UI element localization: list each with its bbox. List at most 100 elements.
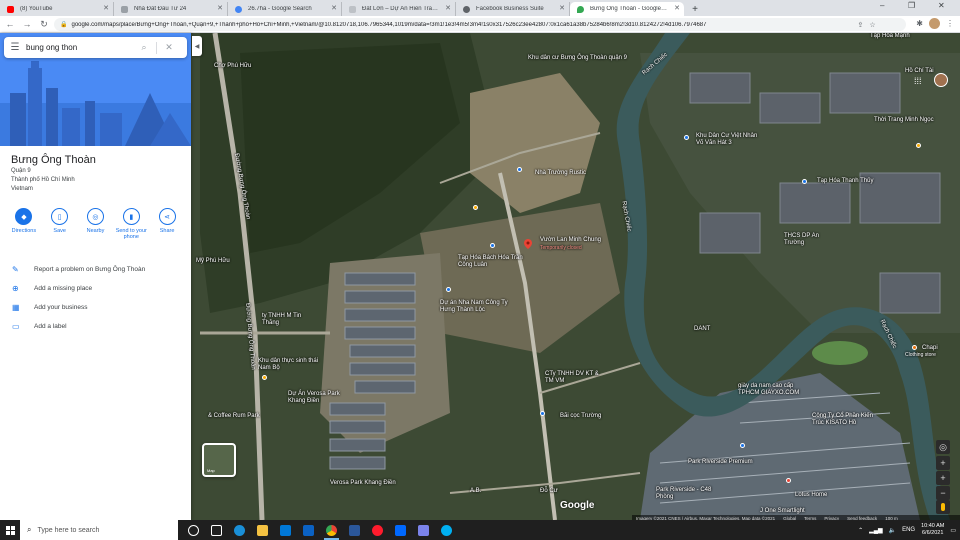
poi-label[interactable]: Khu dân cư Bưng Ông Thoàn quận 9 bbox=[528, 55, 627, 62]
poi-marker-icon[interactable] bbox=[517, 167, 522, 172]
url-text[interactable]: google.com/maps/place/Bưng+Ông+Thoàn,+Qu… bbox=[71, 22, 851, 28]
poi-marker-icon[interactable] bbox=[490, 243, 495, 248]
language-indicator[interactable]: ENG bbox=[902, 527, 915, 533]
report-problem-link[interactable]: ✎ Report a problem on Bưng Ông Thoàn bbox=[0, 260, 191, 279]
poi-marker-icon[interactable] bbox=[786, 478, 791, 483]
star-icon[interactable]: ☆ bbox=[869, 21, 875, 29]
poi-label[interactable]: Thời Trang Minh Ngọc bbox=[874, 117, 934, 124]
poi-label[interactable]: Tạp Hóa Thanh Thủy bbox=[817, 178, 873, 185]
add-label-link[interactable]: ▭ Add a label bbox=[0, 317, 191, 336]
tab-youtube[interactable]: (8) YouTube ✕ bbox=[0, 2, 114, 16]
poi-label[interactable]: Chợ Phú Hữu bbox=[214, 63, 251, 70]
poi-label[interactable]: THCS DP An Trường bbox=[784, 233, 834, 247]
multitask-button[interactable] bbox=[205, 520, 228, 540]
poi-label[interactable]: Vườn Lan Minh Chung bbox=[540, 237, 601, 244]
directions-button[interactable]: ◆ Directions bbox=[8, 208, 40, 240]
poi-label[interactable]: Công Ty Cổ Phần Kiến Trúc KISATO Hồ bbox=[812, 413, 882, 427]
mail-button[interactable] bbox=[297, 520, 320, 540]
poi-marker-icon[interactable] bbox=[262, 375, 267, 380]
network-icon[interactable]: ▂▄▆ bbox=[869, 527, 882, 534]
search-input[interactable] bbox=[26, 43, 136, 52]
poi-marker-icon[interactable] bbox=[684, 135, 689, 140]
poi-label[interactable]: Chapi bbox=[922, 345, 938, 352]
poi-label[interactable]: Nhà Trường Rustic bbox=[535, 170, 586, 177]
zoom-in-button[interactable]: + bbox=[936, 456, 950, 470]
poi-marker-icon[interactable] bbox=[473, 205, 478, 210]
poi-label[interactable]: Bãi cọc Trường bbox=[560, 413, 601, 420]
menu-icon[interactable]: ☰ bbox=[4, 42, 26, 53]
tab-google-search[interactable]: 26.7ha - Google Search ✕ bbox=[228, 2, 342, 16]
add-business-link[interactable]: ▦ Add your business bbox=[0, 298, 191, 317]
new-tab-button[interactable]: + bbox=[688, 2, 702, 16]
tab-facebook-business[interactable]: Facebook Business Suite ✕ bbox=[456, 2, 570, 16]
close-tab-icon[interactable]: ✕ bbox=[331, 4, 337, 12]
compass-icon[interactable]: ◎ bbox=[936, 440, 950, 454]
tray-chevron-icon[interactable]: ⌃ bbox=[858, 527, 863, 534]
poi-label[interactable]: DANT bbox=[694, 326, 710, 333]
account-avatar[interactable] bbox=[934, 73, 948, 87]
volume-icon[interactable]: 🔈 bbox=[889, 527, 896, 534]
word-button[interactable] bbox=[343, 520, 366, 540]
address-bar[interactable]: 🔒 google.com/maps/place/Bưng+Ông+Thoàn,+… bbox=[54, 18, 906, 31]
store-button[interactable] bbox=[274, 520, 297, 540]
close-tab-icon[interactable]: ✕ bbox=[559, 4, 565, 12]
poi-label[interactable]: Khu Dân Cư Việt Nhân Võ Văn Hát 3 bbox=[696, 133, 766, 147]
poi-label[interactable]: Tạp Hóa Bách Hóa Trần Công Luân bbox=[458, 255, 528, 269]
forward-icon[interactable]: → bbox=[20, 19, 34, 29]
zalo-button[interactable] bbox=[389, 520, 412, 540]
collapse-panel-button[interactable]: ◀ bbox=[192, 36, 202, 56]
tab-nha-dat[interactable]: Nhà Đất Đầu Tư 24 ✕ bbox=[114, 2, 228, 16]
search-box[interactable]: ☰ ⌕ ✕ bbox=[4, 37, 187, 58]
poi-label[interactable]: Dự Án Verosa Park Khang Điền bbox=[288, 391, 348, 405]
poi-label[interactable]: Tạp Hóa Mạnh bbox=[870, 33, 910, 40]
poi-marker-icon[interactable] bbox=[540, 411, 545, 416]
poi-label[interactable]: Khu dân thực sinh thái Nam Bộ bbox=[258, 358, 328, 372]
add-missing-place-link[interactable]: ⊕ Add a missing place bbox=[0, 279, 191, 298]
poi-label[interactable]: giày da nam cao cấp TPHCM GIAYXO.COM bbox=[738, 383, 808, 397]
clock[interactable]: 10:40 AM 6/6/2021 bbox=[921, 523, 944, 537]
start-button[interactable] bbox=[0, 520, 20, 540]
share-page-icon[interactable]: ⇪ bbox=[857, 21, 863, 29]
tab-dat-lon[interactable]: Đất Lớn – Dự Án Hiền Trang – N✕ bbox=[342, 2, 456, 16]
poi-label[interactable]: A.B. bbox=[470, 488, 481, 495]
poi-marker-icon[interactable] bbox=[916, 143, 921, 148]
street-view-pegman-icon[interactable] bbox=[936, 500, 950, 514]
back-icon[interactable]: ← bbox=[3, 19, 17, 29]
close-tab-icon[interactable]: ✕ bbox=[674, 4, 680, 12]
poi-label[interactable]: Park Riverside - C48 Phòng bbox=[656, 487, 716, 501]
maximize-button[interactable]: ❐ bbox=[908, 1, 915, 10]
poi-label[interactable]: Dự án Nha Nam Công Ty Hưng Thành Lộc bbox=[440, 300, 520, 314]
search-icon[interactable]: ⌕ bbox=[136, 42, 152, 53]
close-tab-icon[interactable]: ✕ bbox=[103, 4, 109, 12]
poi-label[interactable]: Lotus Home bbox=[795, 492, 827, 499]
poi-label[interactable]: Verosa Park Khang Điền bbox=[330, 480, 396, 487]
teams-button[interactable] bbox=[412, 520, 435, 540]
edge-button[interactable] bbox=[228, 520, 251, 540]
selected-place-pin-icon[interactable] bbox=[524, 239, 532, 249]
close-window-button[interactable]: ✕ bbox=[938, 1, 945, 10]
opera-button[interactable] bbox=[366, 520, 389, 540]
poi-marker-icon[interactable] bbox=[446, 287, 451, 292]
file-explorer-button[interactable] bbox=[251, 520, 274, 540]
poi-label[interactable]: & Coffee Rum Park bbox=[208, 413, 260, 420]
poi-label[interactable]: Đỗ Cư bbox=[540, 488, 558, 495]
poi-label[interactable]: ty TNHH M Tin Thăng bbox=[262, 313, 317, 327]
zoom-out-button[interactable]: − bbox=[936, 486, 950, 500]
share-button[interactable]: ⋖ Share bbox=[151, 208, 183, 240]
reload-icon[interactable]: ↻ bbox=[37, 19, 51, 30]
menu-icon[interactable]: ⋮ bbox=[946, 19, 954, 28]
poi-label[interactable]: Park Riverside Premium bbox=[688, 459, 753, 466]
poi-label[interactable]: J One Smartlight bbox=[760, 508, 805, 515]
task-view-button[interactable] bbox=[182, 520, 205, 540]
poi-label[interactable]: Hồ Chí Tài bbox=[905, 68, 934, 75]
send-to-phone-button[interactable]: ▮ Send to your phone bbox=[115, 208, 147, 240]
save-button[interactable]: ▯ Save bbox=[44, 208, 76, 240]
notifications-icon[interactable]: ▭ bbox=[950, 527, 956, 534]
poi-label[interactable]: CTy TNHH DV KT & TM VM bbox=[545, 371, 605, 385]
clear-search-icon[interactable]: ✕ bbox=[161, 42, 177, 53]
close-tab-icon[interactable]: ✕ bbox=[445, 4, 451, 12]
chrome-button[interactable] bbox=[320, 520, 343, 540]
skype-button[interactable] bbox=[435, 520, 458, 540]
profile-avatar[interactable] bbox=[929, 18, 940, 29]
poi-marker-icon[interactable] bbox=[912, 345, 917, 350]
